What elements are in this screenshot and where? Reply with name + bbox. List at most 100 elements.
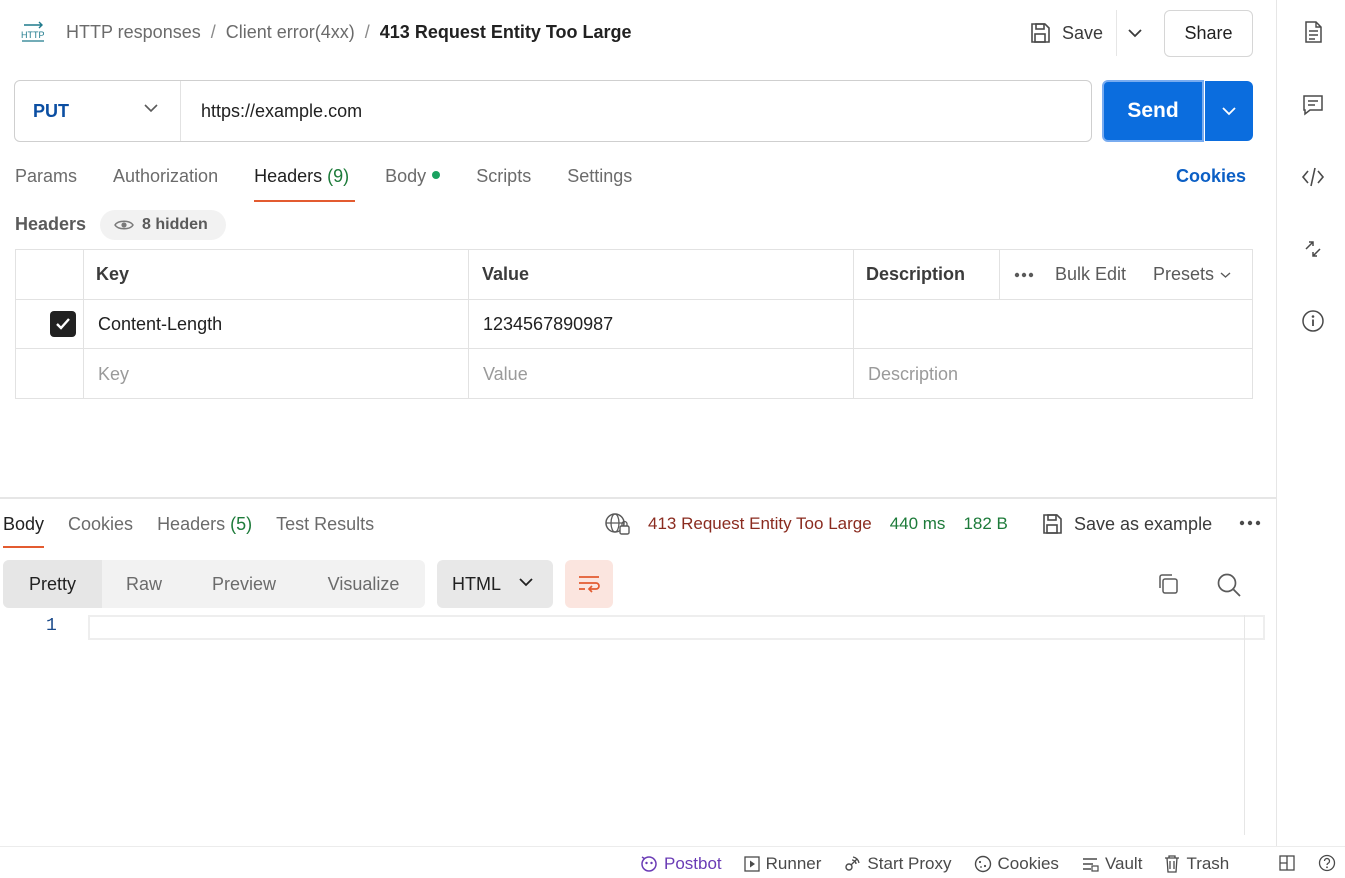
pane-resize-handle[interactable] bbox=[0, 497, 1276, 499]
line-number: 1 bbox=[46, 616, 57, 636]
tab-label: Body bbox=[385, 166, 427, 186]
more-horizontal-icon bbox=[1239, 520, 1261, 526]
save-options-button[interactable] bbox=[1116, 10, 1152, 56]
wrap-lines-button[interactable] bbox=[565, 560, 613, 608]
http-request-icon: HTTP bbox=[21, 21, 45, 42]
runner-button[interactable]: Runner bbox=[744, 854, 822, 874]
copy-icon bbox=[1159, 574, 1178, 594]
body-modified-indicator bbox=[432, 171, 441, 180]
save-button[interactable]: Save bbox=[1028, 18, 1103, 48]
tab-label: Authorization bbox=[113, 166, 219, 186]
vault-icon bbox=[1082, 858, 1099, 872]
copy-button[interactable] bbox=[1156, 572, 1180, 599]
footer-cookies-button[interactable]: Cookies bbox=[974, 854, 1059, 874]
tab-response-body[interactable]: Body bbox=[3, 508, 45, 548]
view-raw[interactable]: Raw bbox=[102, 560, 186, 608]
request-name[interactable]: 413 Request Entity Too Large bbox=[380, 22, 632, 43]
method-select[interactable]: PUT bbox=[15, 81, 181, 141]
postbot-button[interactable]: Postbot bbox=[640, 854, 722, 874]
send-options-button[interactable] bbox=[1205, 81, 1253, 141]
header-enabled-checkbox[interactable] bbox=[50, 300, 76, 348]
comments-icon[interactable] bbox=[1301, 93, 1325, 117]
info-icon[interactable] bbox=[1301, 309, 1325, 333]
view-preview[interactable]: Preview bbox=[186, 560, 302, 608]
vault-button[interactable]: Vault bbox=[1081, 854, 1143, 874]
layout-toggle-icon[interactable] bbox=[1278, 854, 1296, 872]
tab-body[interactable]: Body bbox=[385, 160, 441, 202]
send-button[interactable]: Send bbox=[1102, 80, 1204, 142]
postbot-icon bbox=[641, 856, 657, 872]
new-key-input[interactable]: Key bbox=[98, 349, 129, 399]
header-description-cell[interactable] bbox=[854, 300, 1252, 348]
headers-table: Key Value Description Bulk Edit Presets … bbox=[15, 249, 1253, 399]
runner-label: Runner bbox=[765, 854, 822, 873]
editor-scrollbar[interactable] bbox=[1244, 615, 1245, 835]
url-bar: PUT bbox=[14, 80, 1092, 142]
column-description: Description bbox=[866, 264, 966, 284]
proxy-icon bbox=[845, 856, 861, 871]
status-bar-items: Postbot Runner Start Proxy Cookies Vault… bbox=[640, 854, 1229, 874]
tab-response-headers[interactable]: Headers (5) bbox=[157, 508, 252, 548]
response-tabs: Body Cookies Headers (5) Test Results bbox=[3, 508, 398, 548]
view-pretty[interactable]: Pretty bbox=[3, 560, 102, 608]
tab-settings[interactable]: Settings bbox=[567, 160, 632, 202]
tab-authorization[interactable]: Authorization bbox=[113, 160, 218, 202]
language-select[interactable]: HTML bbox=[437, 560, 553, 608]
header-key-cell[interactable]: Content-Length bbox=[98, 300, 222, 348]
response-time[interactable]: 440 ms bbox=[890, 514, 946, 534]
share-button[interactable]: Share bbox=[1164, 10, 1253, 57]
tab-headers[interactable]: Headers (9) bbox=[254, 160, 356, 202]
response-size[interactable]: 182 B bbox=[963, 514, 1007, 534]
request-tabs: Params Authorization Headers (9) Body Sc… bbox=[15, 160, 668, 202]
bulk-edit-button[interactable]: Bulk Edit bbox=[1055, 250, 1126, 299]
save-as-example-button[interactable]: Save as example bbox=[1040, 512, 1212, 536]
help-icon[interactable] bbox=[1318, 854, 1336, 872]
breadcrumb-collection[interactable]: HTTP responses bbox=[66, 22, 201, 43]
body-view-switcher: Pretty Raw Preview Visualize bbox=[3, 560, 425, 608]
related-collections-icon[interactable] bbox=[1301, 237, 1325, 261]
url-input[interactable] bbox=[181, 81, 1091, 141]
tab-label: Cookies bbox=[68, 514, 134, 534]
trash-label: Trash bbox=[1186, 854, 1230, 873]
hidden-count: 8 hidden bbox=[142, 216, 208, 233]
documentation-icon[interactable] bbox=[1301, 20, 1325, 44]
tab-scripts[interactable]: Scripts bbox=[476, 160, 531, 202]
view-visualize[interactable]: Visualize bbox=[302, 560, 425, 608]
tab-response-cookies[interactable]: Cookies bbox=[68, 508, 133, 548]
play-icon bbox=[744, 856, 760, 872]
search-icon bbox=[1217, 573, 1241, 597]
cookies-link[interactable]: Cookies bbox=[1176, 166, 1246, 187]
new-value-input[interactable]: Value bbox=[483, 349, 528, 399]
tab-params[interactable]: Params bbox=[15, 160, 77, 202]
tab-count-badge: (9) bbox=[327, 166, 350, 186]
header-value-cell[interactable]: 1234567890987 bbox=[483, 300, 613, 348]
save-icon bbox=[1031, 23, 1050, 43]
network-globe-icon[interactable] bbox=[604, 512, 630, 536]
presets-dropdown[interactable]: Presets bbox=[1153, 250, 1231, 299]
start-proxy-button[interactable]: Start Proxy bbox=[843, 854, 952, 874]
tab-test-results[interactable]: Test Results bbox=[276, 508, 374, 548]
new-description-input[interactable]: Description bbox=[868, 349, 958, 399]
response-more-button[interactable] bbox=[1238, 514, 1262, 535]
table-row: Content-Length 1234567890987 bbox=[16, 300, 1252, 349]
postbot-label: Postbot bbox=[664, 854, 722, 873]
more-options-button[interactable] bbox=[1014, 250, 1034, 299]
search-button[interactable] bbox=[1216, 572, 1242, 601]
footer-icon-group bbox=[1278, 854, 1336, 872]
table-row-new: Key Value Description bbox=[16, 349, 1252, 399]
table-header-row: Key Value Description Bulk Edit Presets bbox=[16, 250, 1252, 300]
code-snippet-icon[interactable] bbox=[1301, 165, 1325, 189]
tab-label: Body bbox=[3, 514, 45, 534]
breadcrumb: HTTP responses / Client error(4xx) / 413… bbox=[66, 20, 632, 44]
hidden-headers-toggle[interactable]: 8 hidden bbox=[100, 210, 226, 240]
more-horizontal-icon bbox=[1014, 272, 1034, 277]
code-editor-line[interactable] bbox=[88, 615, 1265, 640]
save-icon bbox=[1043, 514, 1062, 534]
vault-label: Vault bbox=[1104, 854, 1143, 873]
cookies-label: Cookies bbox=[997, 854, 1059, 873]
breadcrumb-folder[interactable]: Client error(4xx) bbox=[226, 22, 355, 43]
trash-button[interactable]: Trash bbox=[1164, 854, 1229, 874]
tab-label: Scripts bbox=[476, 166, 532, 186]
column-divider bbox=[853, 250, 854, 398]
response-status[interactable]: 413 Request Entity Too Large bbox=[648, 514, 872, 534]
